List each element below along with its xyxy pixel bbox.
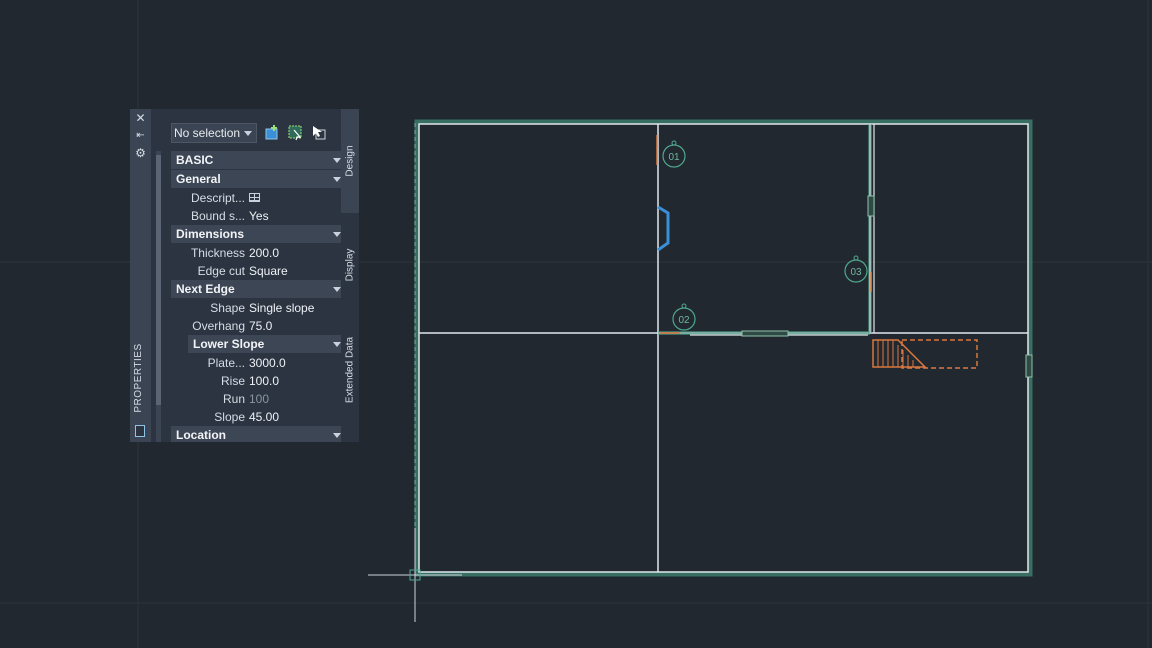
- property-label: Plate...: [207, 356, 245, 370]
- property-label: Shape: [210, 301, 245, 315]
- window-opening[interactable]: [867, 195, 875, 217]
- chevron-down-icon: [333, 177, 341, 182]
- room-tag-03[interactable]: 03: [844, 255, 868, 283]
- palette-body: No selection BASIC General Descript... B…: [151, 109, 347, 442]
- tab-label: Extended Data: [344, 336, 356, 403]
- category-dimensions[interactable]: Dimensions: [171, 225, 347, 243]
- category-label: General: [176, 172, 221, 186]
- category-label: Location: [176, 428, 226, 442]
- wall-marker: [656, 135, 872, 334]
- property-value[interactable]: 75.0: [249, 317, 347, 335]
- room-tag-label: 01: [668, 152, 680, 163]
- category-label: Dimensions: [176, 227, 245, 241]
- select-objects-icon[interactable]: [310, 124, 327, 141]
- tab-extended-data[interactable]: Extended Data: [341, 317, 359, 422]
- palette-tabs: Design Display Extended Data: [341, 109, 359, 442]
- door-opening[interactable]: [657, 205, 670, 252]
- tab-label: Design: [344, 145, 356, 177]
- palette-title: PROPERTIES: [133, 343, 144, 413]
- property-edge-cut[interactable]: Edge cut Square: [171, 262, 347, 280]
- selection-dropdown[interactable]: No selection: [171, 123, 257, 143]
- crosshair-cursor: [368, 528, 462, 622]
- scrollbar-thumb[interactable]: [156, 155, 161, 405]
- table-icon[interactable]: [249, 193, 260, 202]
- property-value[interactable]: 100.0: [249, 372, 347, 390]
- category-next-edge[interactable]: Next Edge: [171, 280, 347, 298]
- stair-symbol[interactable]: [872, 339, 978, 369]
- property-value[interactable]: [249, 189, 347, 207]
- selection-value: No selection: [174, 126, 241, 140]
- category-label: BASIC: [176, 153, 214, 167]
- document-icon[interactable]: [135, 425, 145, 437]
- property-label: Edge cut: [197, 264, 245, 278]
- category-label: Lower Slope: [193, 337, 265, 351]
- window-opening[interactable]: [741, 330, 789, 337]
- property-label: Slope: [214, 410, 245, 424]
- property-label: Rise: [220, 374, 245, 388]
- interior-walls[interactable]: [419, 124, 1028, 572]
- category-general[interactable]: General: [171, 170, 347, 188]
- property-value[interactable]: 3000.0: [249, 354, 347, 372]
- property-overhang[interactable]: Overhang 75.0: [171, 317, 347, 335]
- property-value[interactable]: Square: [249, 262, 347, 280]
- chevron-down-icon: [333, 232, 341, 237]
- chevron-down-icon: [333, 433, 341, 438]
- category-label: Next Edge: [176, 282, 235, 296]
- palette-title-bar[interactable]: ✕ ⇤ ⚙ PROPERTIES: [130, 109, 151, 442]
- property-bound[interactable]: Bound s... Yes: [171, 207, 347, 225]
- property-thickness[interactable]: Thickness 200.0: [171, 244, 347, 262]
- chevron-down-icon: [333, 342, 341, 347]
- chevron-down-icon: [333, 287, 341, 292]
- room-tag-label: 03: [850, 267, 862, 278]
- palette-toolbar: No selection: [151, 109, 341, 151]
- room-tag-02[interactable]: 02: [672, 303, 696, 331]
- tab-display[interactable]: Display: [341, 213, 359, 317]
- room-tag-label: 02: [678, 315, 690, 326]
- property-value: 100: [249, 392, 270, 406]
- room-tag-01[interactable]: 01: [662, 140, 686, 168]
- property-label: Thickness: [190, 246, 245, 260]
- tab-design[interactable]: Design: [341, 109, 359, 213]
- quick-select-icon[interactable]: [287, 124, 304, 141]
- property-value[interactable]: 200.0: [249, 244, 347, 262]
- chevron-down-icon: [333, 158, 341, 163]
- auto-hide-icon[interactable]: ⇤: [134, 129, 147, 142]
- property-run[interactable]: Run 100: [171, 390, 347, 408]
- category-basic[interactable]: BASIC: [171, 151, 347, 169]
- property-value[interactable]: 45.00: [249, 408, 347, 426]
- window-opening[interactable]: [1025, 354, 1033, 378]
- property-value[interactable]: Single slope: [249, 299, 347, 317]
- gear-icon[interactable]: ⚙: [134, 147, 147, 160]
- chevron-down-icon: [244, 131, 252, 136]
- add-selection-icon[interactable]: [264, 124, 281, 141]
- outer-walls[interactable]: [414, 119, 1033, 577]
- category-location[interactable]: Location: [171, 426, 347, 442]
- property-label: Bound s...: [190, 209, 245, 223]
- palette-scrollbar[interactable]: [156, 151, 161, 442]
- property-label: Run: [222, 392, 245, 406]
- property-description[interactable]: Descript...: [171, 189, 347, 207]
- tab-label: Display: [344, 248, 356, 282]
- property-plate-height[interactable]: Plate... 3000.0: [171, 354, 347, 372]
- property-label: Overhang: [192, 319, 245, 333]
- property-shape[interactable]: Shape Single slope: [171, 299, 347, 317]
- properties-palette[interactable]: ✕ ⇤ ⚙ PROPERTIES No selection BASIC Gene…: [130, 109, 359, 442]
- category-lower-slope[interactable]: Lower Slope: [188, 335, 347, 353]
- property-label: Descript...: [190, 191, 245, 205]
- property-slope[interactable]: Slope 45.00: [171, 408, 347, 426]
- close-icon[interactable]: ✕: [134, 112, 147, 125]
- property-rise[interactable]: Rise 100.0: [171, 372, 347, 390]
- property-value[interactable]: Yes: [249, 207, 347, 225]
